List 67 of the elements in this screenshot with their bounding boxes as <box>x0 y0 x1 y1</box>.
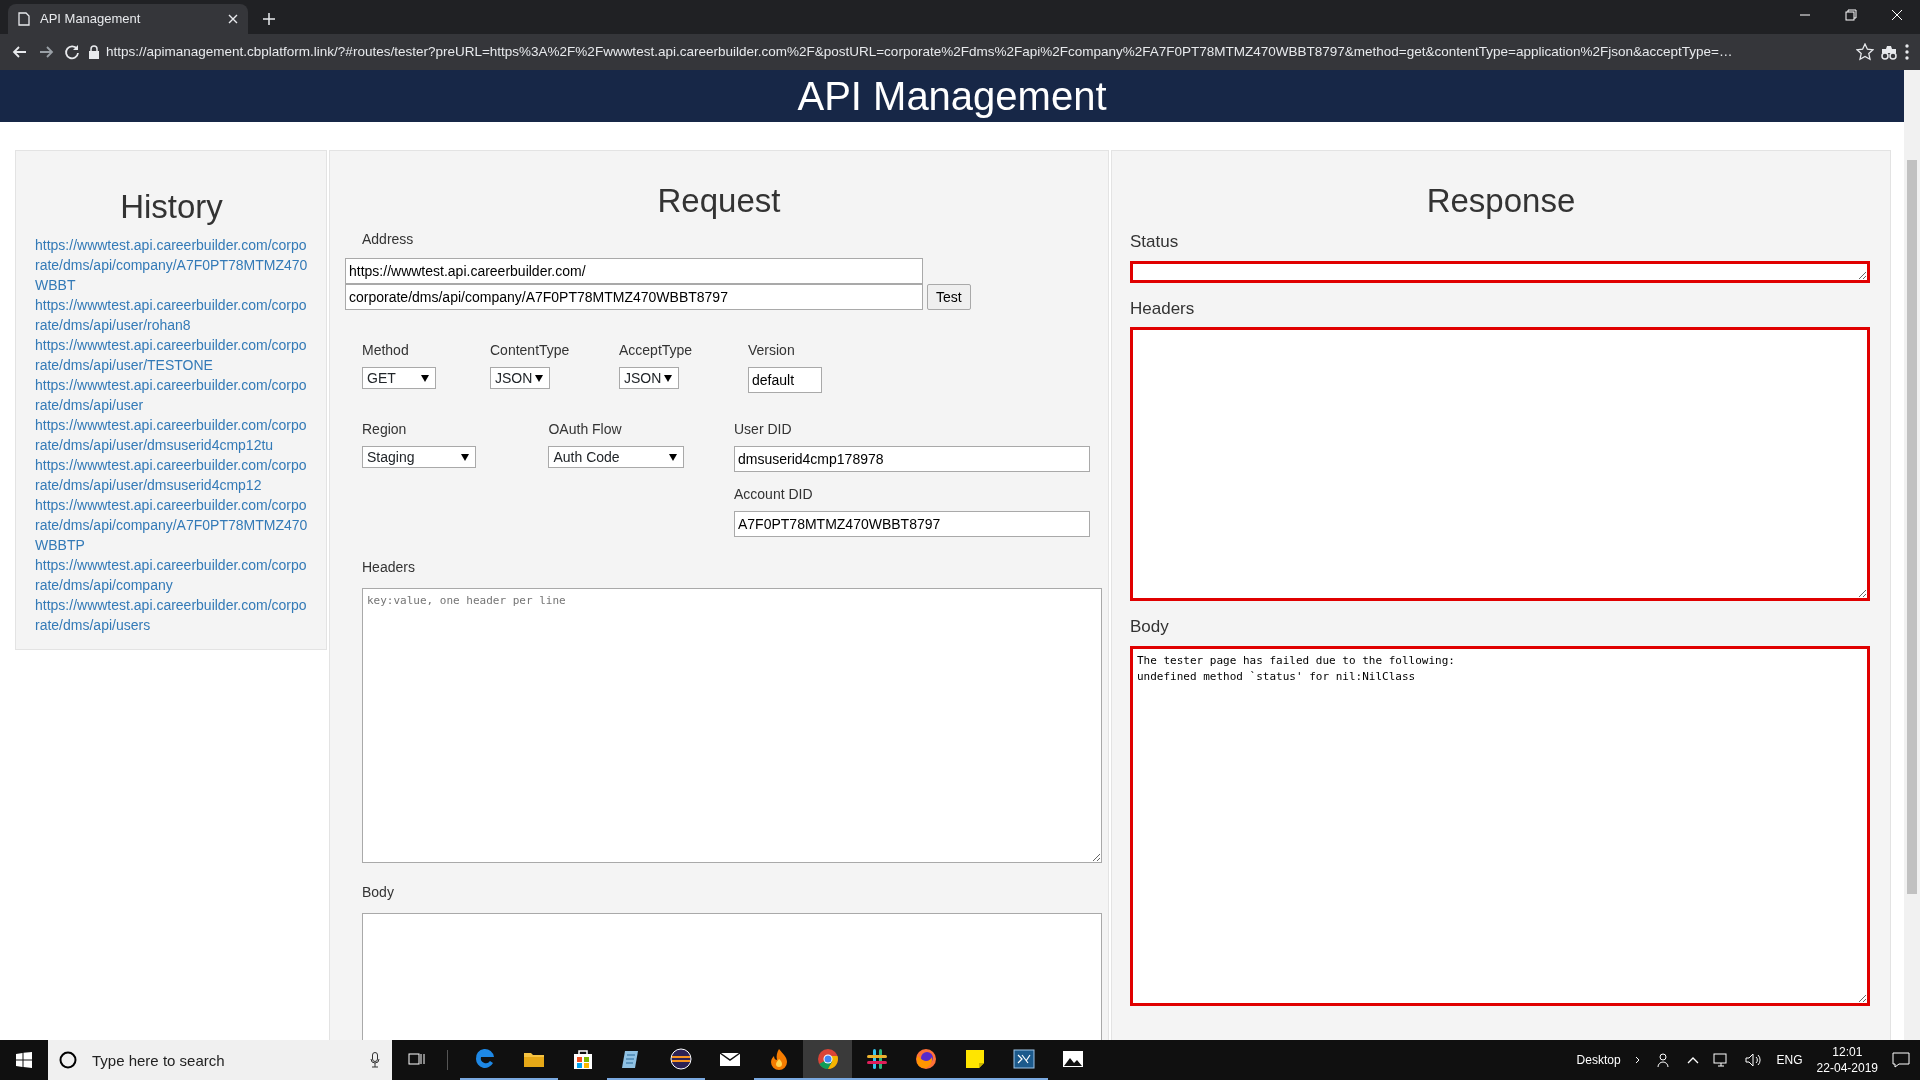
circle-logo-icon <box>815 1047 840 1071</box>
search-field[interactable]: Type here to search <box>48 1040 392 1080</box>
field-label: Account DID <box>734 485 814 505</box>
test-button[interactable]: Test <box>927 284 971 311</box>
hash-grid-icon <box>864 1047 889 1071</box>
body-output[interactable]: The tester page has failed due to the following: undefined method `status' for nil:NilClass <box>1130 645 1870 1006</box>
new-tab-icon[interactable] <box>262 12 276 26</box>
address-field[interactable]: https://wwwtest.api.careerbuilder.com/ <box>345 258 923 285</box>
caret-icon <box>669 453 678 461</box>
field-label: AcceptType <box>619 341 694 361</box>
history-link[interactable]: https://wwwtest.api.careerbuilder.com/corporate/dms/api/users <box>35 595 308 636</box>
desktop-toolbar-label[interactable]: Desktop <box>1576 1051 1621 1069</box>
field-label: Version <box>748 341 796 361</box>
terminal-window-icon <box>1011 1047 1036 1071</box>
browser-tab[interactable]: API Management <box>8 4 248 34</box>
language-indicator[interactable]: ENG <box>1776 1051 1803 1069</box>
oauth-flow-dropdown[interactable]: Auth Code <box>548 446 685 469</box>
path-field[interactable]: corporate/dms/api/company/A7F0PT78MTMZ470WBBT8797 <box>345 284 923 311</box>
taskbar-button[interactable] <box>803 1040 852 1080</box>
page-title: API Management <box>797 76 1107 116</box>
content-type-dropdown[interactable]: JSON <box>490 367 550 390</box>
headers-textarea[interactable]: key:value, one header per line <box>362 588 1102 864</box>
caret-icon <box>421 374 429 382</box>
method-dropdown[interactable]: GET <box>362 367 436 390</box>
notification-icon[interactable] <box>1892 1052 1910 1068</box>
panel-title: Request <box>656 183 782 220</box>
task-view-icon[interactable] <box>407 1051 426 1067</box>
volume-icon[interactable] <box>1744 1052 1763 1068</box>
clock-date[interactable]: 22-04-2019 <box>1816 1060 1878 1076</box>
field-label: Status <box>1130 231 1180 254</box>
menu-icon[interactable] <box>1904 43 1910 61</box>
version-field[interactable]: default <box>748 367 822 394</box>
globe-fox-icon <box>913 1047 938 1071</box>
region-dropdown[interactable]: Staging <box>362 446 476 469</box>
field-label: Body <box>1130 616 1170 639</box>
microphone-icon[interactable] <box>370 1052 380 1068</box>
user-did-field[interactable]: dmsuserid4cmp178978 <box>734 446 1090 473</box>
caret-up-icon[interactable] <box>1686 1056 1699 1064</box>
page-icon <box>18 12 30 26</box>
accept-type-dropdown[interactable]: JSON <box>619 367 679 390</box>
caret-icon <box>664 374 672 382</box>
field-label: Body <box>362 883 395 903</box>
field-label: Region <box>362 420 408 440</box>
headers-output[interactable] <box>1130 327 1870 602</box>
panel-title: History <box>119 189 224 226</box>
scrollbar[interactable] <box>1904 70 1920 1040</box>
tab-title: API Management <box>40 10 142 29</box>
caret-icon <box>461 453 469 461</box>
panel-title: Response <box>1425 183 1577 220</box>
close-icon[interactable] <box>228 14 238 24</box>
field-label: Method <box>362 341 410 361</box>
lock-icon <box>88 45 100 59</box>
scrollbar-thumb[interactable] <box>1907 160 1917 894</box>
field-label: OAuth Flow <box>548 420 623 440</box>
windows-icon[interactable] <box>16 1052 32 1068</box>
field-label: User DID <box>734 420 793 440</box>
field-label: Headers <box>362 558 416 578</box>
field-label: ContentType <box>490 341 571 361</box>
status-field[interactable] <box>1130 260 1870 283</box>
caret-icon <box>535 374 543 382</box>
clock-time[interactable]: 12:01 <box>1816 1044 1878 1060</box>
field-label: Address <box>362 230 415 250</box>
search-icon <box>58 1050 78 1070</box>
account-did-field[interactable]: A7F0PT78MTMZ470WBBT8797 <box>734 511 1090 538</box>
disc-icon <box>668 1047 693 1071</box>
field-label: Headers <box>1130 297 1196 320</box>
star-icon[interactable] <box>1856 43 1874 61</box>
